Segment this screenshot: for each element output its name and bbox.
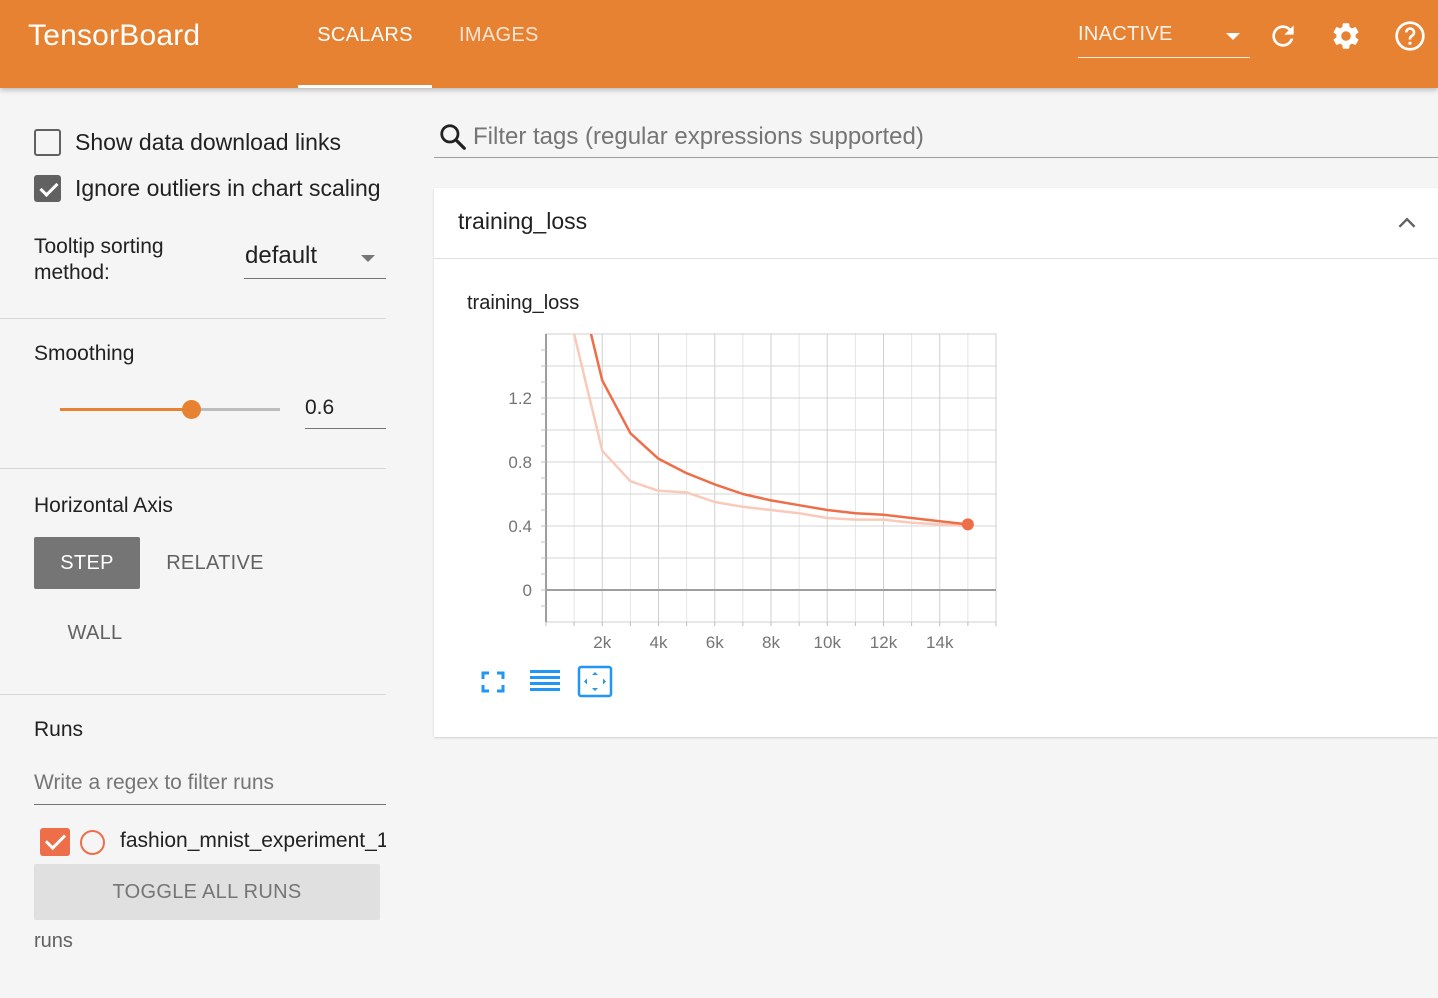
- x-tick-label: 8k: [762, 633, 780, 652]
- log-scale-icon[interactable]: [527, 665, 563, 699]
- chart-title: training_loss: [467, 292, 580, 314]
- refresh-icon[interactable]: [1267, 20, 1299, 52]
- tooltip-sorting-label: Tooltip sorting method:: [34, 235, 164, 284]
- runs-title: Runs: [34, 718, 84, 741]
- run-name: fashion_mnist_experiment_1: [120, 829, 386, 852]
- show-download-links-option[interactable]: Show data download links: [34, 128, 386, 156]
- y-tick-label: 1.2: [508, 389, 532, 408]
- smoothing-title: Smoothing: [34, 342, 135, 365]
- smoothing-value-input[interactable]: 0.6: [305, 394, 386, 429]
- chevron-up-icon[interactable]: [1394, 210, 1420, 236]
- fullscreen-icon[interactable]: [475, 665, 511, 699]
- x-tick-label: 2k: [593, 633, 611, 652]
- smoothing-slider-fill: [60, 408, 192, 411]
- tag-filter-input[interactable]: Filter tags (regular expressions support…: [434, 118, 1438, 158]
- x-tick-label: 10k: [814, 633, 842, 652]
- toggle-all-runs-button[interactable]: TOGGLE ALL RUNS: [34, 864, 380, 920]
- smoothing-slider[interactable]: [60, 400, 280, 419]
- sidebar: Show data download links Ignore outliers…: [0, 88, 386, 998]
- search-icon: [440, 124, 466, 150]
- y-tick-label: 0.8: [508, 453, 532, 472]
- ignore-outliers-checkbox[interactable]: [34, 174, 61, 202]
- chevron-down-icon: [361, 255, 375, 262]
- x-tick-label: 12k: [870, 633, 898, 652]
- divider: [0, 468, 386, 469]
- run-checkbox[interactable]: [40, 828, 70, 856]
- x-tick-label: 14k: [926, 633, 954, 652]
- scalar-card: training_loss training_loss 0 0.4 0.8 1.2 2k…: [434, 188, 1438, 737]
- x-tick-label: 4k: [650, 633, 668, 652]
- divider: [0, 694, 386, 695]
- x-tick-label: 6k: [706, 633, 724, 652]
- smoothing-slider-knob[interactable]: [182, 400, 201, 419]
- horizontal-axis-title: Horizontal Axis: [34, 494, 173, 517]
- tooltip-sorting-dropdown[interactable]: default: [244, 238, 386, 279]
- divider: [0, 318, 386, 319]
- top-app-bar: TensorBoard SCALARS IMAGES INACTIVE: [0, 0, 1438, 88]
- chevron-down-icon: [1226, 33, 1240, 40]
- card-title: training_loss: [458, 208, 588, 234]
- card-header[interactable]: training_loss: [434, 188, 1438, 259]
- tab-scalars[interactable]: SCALARS: [298, 24, 432, 88]
- y-tick-label: 0: [523, 581, 532, 600]
- tag-filter-placeholder: Filter tags (regular expressions support…: [473, 123, 924, 150]
- axis-relative-button[interactable]: RELATIVE: [150, 537, 280, 589]
- ignore-outliers-label: Ignore outliers in chart scaling: [75, 174, 381, 201]
- runs-filter-input[interactable]: Write a regex to filter runs: [34, 768, 386, 805]
- show-download-links-checkbox[interactable]: [34, 128, 61, 156]
- axis-wall-button[interactable]: WALL: [34, 608, 156, 658]
- reload-status-dropdown[interactable]: INACTIVE: [1078, 20, 1250, 58]
- reload-status-value: INACTIVE: [1078, 23, 1173, 45]
- runs-directory-label: runs: [34, 930, 73, 952]
- fit-domain-icon[interactable]: [577, 665, 613, 699]
- settings-icon[interactable]: [1330, 20, 1362, 52]
- ignore-outliers-option[interactable]: Ignore outliers in chart scaling: [34, 174, 386, 202]
- run-item[interactable]: fashion_mnist_experiment_1: [40, 826, 386, 856]
- axis-step-button[interactable]: STEP: [34, 537, 140, 589]
- line-chart[interactable]: 0 0.4 0.8 1.2 2k 4k 6k 8k 10k 12k 14k: [474, 328, 1014, 668]
- y-tick-label: 0.4: [508, 517, 532, 536]
- tab-images[interactable]: IMAGES: [459, 24, 539, 88]
- tooltip-sorting-value: default: [245, 242, 318, 269]
- show-download-links-label: Show data download links: [75, 128, 341, 155]
- run-color-swatch[interactable]: [80, 830, 105, 855]
- help-icon[interactable]: [1394, 20, 1426, 52]
- last-point-marker: [961, 518, 974, 531]
- runs-filter-placeholder: Write a regex to filter runs: [34, 771, 275, 794]
- app-title: TensorBoard: [28, 19, 201, 52]
